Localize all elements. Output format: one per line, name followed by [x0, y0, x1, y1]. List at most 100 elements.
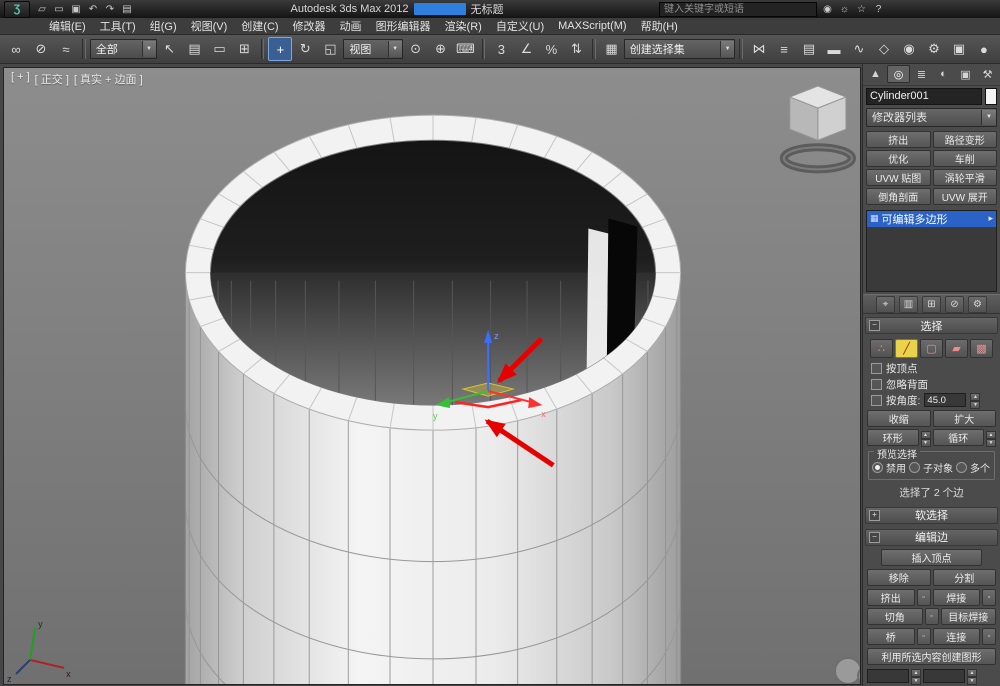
remove-modifier-icon[interactable]: ⊘ — [945, 296, 964, 313]
named-selection-sets-dropdown[interactable]: 创建选择集 ▼ — [624, 39, 735, 59]
use-pivot-center-icon[interactable]: ⊙ — [404, 37, 428, 61]
layer-manager-icon[interactable]: ▤ — [797, 37, 821, 61]
select-manipulate-icon[interactable]: ⊕ — [429, 37, 453, 61]
preview-disable-radio[interactable] — [872, 462, 883, 473]
extrude-settings-button[interactable]: ▫ — [917, 589, 931, 606]
modifier-list-dropdown[interactable]: 修改器列表 ▼ — [866, 108, 997, 127]
viewport-pov-menu[interactable]: [ 正交 ] — [35, 71, 69, 87]
infocenter-search-input[interactable] — [659, 2, 817, 17]
by-vertex-checkbox[interactable]: 按顶点 — [863, 360, 1000, 376]
tab-display[interactable]: ▣ — [955, 66, 976, 82]
stack-item-expand-icon[interactable]: ▸ — [988, 213, 993, 224]
tab-create[interactable]: ▲ — [865, 66, 886, 82]
menu-item[interactable]: 图形编辑器 — [369, 18, 438, 34]
chamfer-settings-button[interactable]: ▫ — [925, 608, 939, 625]
project-folder-icon[interactable]: ▤ — [119, 2, 135, 17]
crease-spinner[interactable]: ▲▼ — [967, 669, 977, 683]
object-name-input[interactable] — [866, 88, 982, 105]
schematic-view-icon[interactable]: ◇ — [872, 37, 896, 61]
vertex-mode-icon[interactable]: ∴ — [870, 339, 893, 358]
communication-center-icon[interactable]: ☼ — [837, 2, 852, 16]
bridge-settings-button[interactable]: ▫ — [917, 628, 931, 645]
search-go-icon[interactable]: ◉ — [820, 2, 835, 16]
shrink-button[interactable]: 收缩 — [867, 410, 931, 427]
by-angle-checkbox[interactable] — [871, 395, 882, 406]
keyboard-override-icon[interactable]: ⌨ — [454, 37, 478, 61]
curve-editor-icon[interactable]: ∿ — [847, 37, 871, 61]
ring-spinner[interactable]: ▲▼ — [921, 431, 931, 445]
tab-motion[interactable]: ◐ — [933, 66, 954, 82]
ring-button[interactable]: 环形 — [867, 429, 919, 446]
modifier-set-button[interactable]: 路径变形 — [933, 131, 998, 148]
modifier-set-button[interactable]: 车削 — [933, 150, 998, 167]
menu-item[interactable]: 视图(V) — [184, 18, 235, 34]
modifier-set-button[interactable]: 倒角剖面 — [866, 188, 931, 205]
favorites-star-icon[interactable]: ☆ — [854, 2, 869, 16]
new-scene-icon[interactable]: ▱ — [34, 2, 50, 17]
bridge-button[interactable]: 桥 — [867, 628, 915, 645]
menu-item[interactable]: 修改器 — [286, 18, 333, 34]
mirror-icon[interactable]: ⋈ — [747, 37, 771, 61]
undo-icon[interactable]: ↶ — [85, 2, 101, 17]
modifier-set-button[interactable]: UVW 展开 — [933, 188, 998, 205]
make-unique-icon[interactable]: ⊞ — [922, 296, 941, 313]
menu-item[interactable]: MAXScript(M) — [551, 20, 633, 32]
angle-spinner[interactable]: ▲▼ — [970, 393, 980, 407]
rollout-selection-header[interactable]: − 选择 — [865, 317, 998, 334]
redo-icon[interactable]: ↷ — [102, 2, 118, 17]
menu-item[interactable]: 工具(T) — [93, 18, 143, 34]
edit-named-selections-icon[interactable]: ▦ — [600, 37, 623, 61]
ribbon-toggle-icon[interactable]: ▬ — [822, 37, 846, 61]
extrude-button[interactable]: 挤出 — [867, 589, 915, 606]
pin-stack-icon[interactable]: ⌖ — [876, 296, 895, 313]
menu-item[interactable]: 渲染(R) — [438, 18, 489, 34]
element-mode-icon[interactable]: ▩ — [970, 339, 993, 358]
weld-button[interactable]: 焊接 — [933, 589, 981, 606]
select-object-icon[interactable]: ↖ — [158, 37, 182, 61]
show-end-result-icon[interactable]: ▥ — [899, 296, 918, 313]
create-shape-button[interactable]: 利用所选内容创建图形 — [867, 648, 996, 665]
selection-filter-dropdown[interactable]: 全部 ▼ — [90, 39, 157, 59]
target-weld-button[interactable]: 目标焊接 — [941, 608, 997, 625]
collapse-icon[interactable]: − — [869, 532, 880, 543]
menu-item[interactable]: 帮助(H) — [634, 18, 685, 34]
object-color-swatch[interactable] — [985, 88, 997, 105]
menu-item[interactable]: 自定义(U) — [489, 18, 551, 34]
open-file-icon[interactable]: ▭ — [51, 2, 67, 17]
save-file-icon[interactable]: ▣ — [68, 2, 84, 17]
angle-value-field[interactable]: 45.0 — [924, 393, 966, 407]
preview-subobject-radio[interactable] — [909, 462, 920, 473]
menu-item[interactable]: 动画 — [333, 18, 369, 34]
checkbox-box[interactable] — [871, 363, 882, 374]
collapse-icon[interactable]: − — [869, 320, 880, 331]
perspective-viewport[interactable]: [ + ] [ 正交 ] [ 真实 + 边面 ] — [3, 67, 861, 685]
rollout-soft-selection-header[interactable]: + 软选择 — [865, 507, 998, 524]
tab-modify[interactable]: ◎ — [887, 65, 910, 83]
expand-icon[interactable]: + — [869, 510, 880, 521]
connect-settings-button[interactable]: ▫ — [982, 628, 996, 645]
polygon-mode-icon[interactable]: ▰ — [945, 339, 968, 358]
checkbox-box[interactable] — [871, 379, 882, 390]
modifier-set-button[interactable]: UVW 贴图 — [866, 169, 931, 186]
modifier-set-button[interactable]: 涡轮平滑 — [933, 169, 998, 186]
loop-spinner[interactable]: ▲▼ — [986, 431, 996, 445]
rendered-frame-icon[interactable]: ▣ — [947, 37, 971, 61]
viewport-shading-menu[interactable]: [ 真实 + 边面 ] — [74, 71, 143, 87]
align-icon[interactable]: ≡ — [772, 37, 796, 61]
select-and-link-icon[interactable]: ∞ — [4, 37, 28, 61]
unlink-selection-icon[interactable]: ⊘ — [29, 37, 53, 61]
tab-hierarchy[interactable]: ≣ — [911, 66, 932, 82]
reference-coordinate-dropdown[interactable]: 视图 ▼ — [343, 39, 402, 59]
ignore-backfacing-checkbox[interactable]: 忽略背面 — [863, 376, 1000, 392]
menu-item[interactable]: 创建(C) — [234, 18, 285, 34]
edge-mode-icon[interactable]: ╱ — [895, 339, 918, 358]
application-menu-button[interactable]: Ʒ — [4, 1, 30, 18]
selection-region-icon[interactable]: ▭ — [208, 37, 232, 61]
select-move-icon[interactable]: + — [268, 37, 292, 61]
insert-vertex-button[interactable]: 插入顶点 — [881, 549, 982, 566]
remove-button[interactable]: 移除 — [867, 569, 931, 586]
angle-snap-icon[interactable]: ∠ — [514, 37, 538, 61]
tab-utilities[interactable]: ⚒ — [977, 66, 998, 82]
preview-multiple-radio[interactable] — [956, 462, 967, 473]
help-icon[interactable]: ? — [871, 2, 886, 16]
